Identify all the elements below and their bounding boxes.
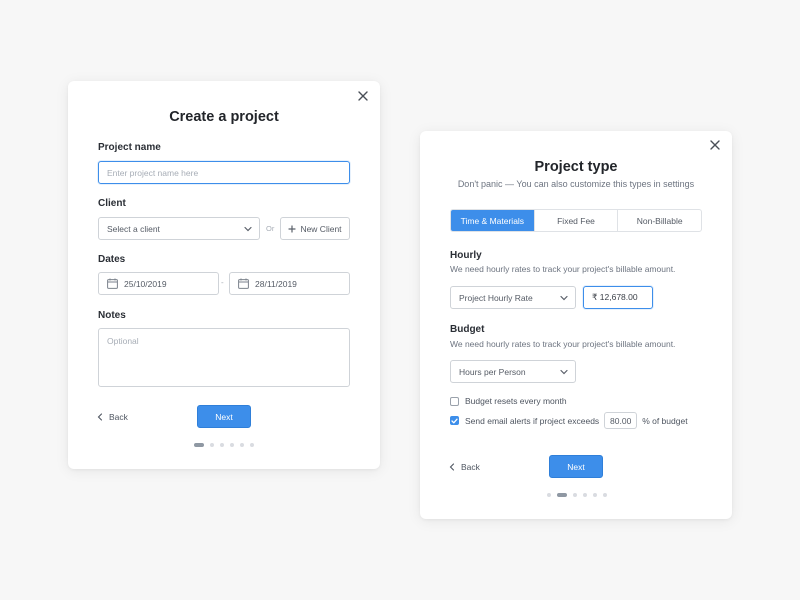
calendar-icon	[107, 278, 118, 289]
hourly-help-text: We need hourly rates to track your proje…	[450, 264, 676, 274]
dialog-subtitle: Don't panic — You can also customize thi…	[457, 179, 695, 189]
alert-suffix: % of budget	[642, 415, 688, 426]
close-icon[interactable]	[708, 138, 722, 152]
plus-icon	[288, 224, 297, 233]
step-dot	[593, 493, 597, 497]
step-indicator	[194, 443, 260, 447]
project-name-label: Project name	[98, 142, 161, 153]
end-date-value: 28/11/2019	[255, 278, 297, 289]
next-button[interactable]: Next	[549, 455, 603, 478]
new-client-label: New Client	[300, 223, 342, 234]
tab-non-billable[interactable]: Non-Billable	[617, 210, 701, 231]
chevron-left-icon	[449, 463, 455, 471]
step-dot	[583, 493, 587, 497]
dialog-title: Project type	[534, 159, 618, 175]
step-dot	[250, 443, 254, 447]
rate-input[interactable]: ₹ 12,678.00	[583, 286, 653, 309]
step-dot	[210, 443, 214, 447]
step-dot	[240, 443, 244, 447]
budget-resets-label: Budget resets every month	[465, 396, 567, 406]
budget-select[interactable]: Hours per Person	[450, 360, 576, 383]
date-separator: -	[221, 278, 224, 287]
chevron-down-icon	[560, 369, 568, 374]
back-label: Back	[461, 462, 480, 472]
hourly-select-value: Project Hourly Rate	[459, 292, 533, 303]
email-alerts-checkbox[interactable]: Send email alerts if project exceeds 80.…	[450, 412, 688, 429]
project-name-input[interactable]: Enter project name here	[98, 161, 350, 184]
project-name-placeholder: Enter project name here	[107, 167, 199, 178]
checkbox-unchecked	[450, 396, 459, 406]
back-button[interactable]: Back	[97, 412, 128, 422]
step-dot	[220, 443, 224, 447]
step-dot	[230, 443, 234, 447]
budget-help-text: We need hourly rates to track your proje…	[450, 339, 676, 349]
tab-time-materials[interactable]: Time & Materials	[451, 210, 534, 231]
end-date-input[interactable]: 28/11/2019	[229, 272, 350, 295]
step-dot-active	[194, 443, 204, 447]
client-select-value: Select a client	[107, 223, 160, 234]
chevron-down-icon	[560, 295, 568, 300]
create-project-dialog: Create a project Project name Enter proj…	[68, 81, 380, 469]
notes-textarea[interactable]: Optional	[98, 328, 350, 387]
dialog-title: Create a project	[169, 109, 279, 125]
notes-placeholder: Optional	[107, 336, 139, 346]
budget-select-value: Hours per Person	[459, 366, 526, 377]
tab-fixed-fee[interactable]: Fixed Fee	[533, 210, 618, 231]
step-dot-active	[557, 493, 567, 497]
client-label: Client	[98, 198, 126, 209]
chevron-left-icon	[97, 413, 103, 421]
or-text: Or	[266, 224, 275, 233]
hourly-rate-select[interactable]: Project Hourly Rate	[450, 286, 576, 309]
project-type-dialog: Project type Don't panic — You can also …	[420, 131, 732, 519]
close-icon[interactable]	[356, 89, 370, 103]
checkbox-checked-icon	[450, 416, 459, 425]
alert-percent-input[interactable]: 80.00	[604, 412, 638, 429]
start-date-input[interactable]: 25/10/2019	[98, 272, 219, 295]
step-dot	[547, 493, 551, 497]
chevron-down-icon	[244, 226, 252, 231]
budget-resets-checkbox[interactable]: Budget resets every month	[450, 396, 567, 406]
client-select[interactable]: Select a client	[98, 217, 260, 240]
calendar-icon	[238, 278, 249, 289]
notes-label: Notes	[98, 310, 126, 321]
new-client-button[interactable]: New Client	[280, 217, 350, 240]
step-indicator	[547, 493, 613, 497]
email-alerts-label: Send email alerts if project exceeds	[465, 415, 600, 426]
back-button[interactable]: Back	[449, 462, 480, 472]
hourly-label: Hourly	[450, 250, 482, 261]
next-button[interactable]: Next	[197, 405, 251, 428]
dates-label: Dates	[98, 254, 126, 265]
step-dot	[603, 493, 607, 497]
billing-type-tabs: Time & Materials Fixed Fee Non-Billable	[450, 209, 702, 232]
step-dot	[573, 493, 577, 497]
budget-label: Budget	[450, 324, 485, 335]
start-date-value: 25/10/2019	[124, 278, 167, 289]
back-label: Back	[109, 412, 128, 422]
